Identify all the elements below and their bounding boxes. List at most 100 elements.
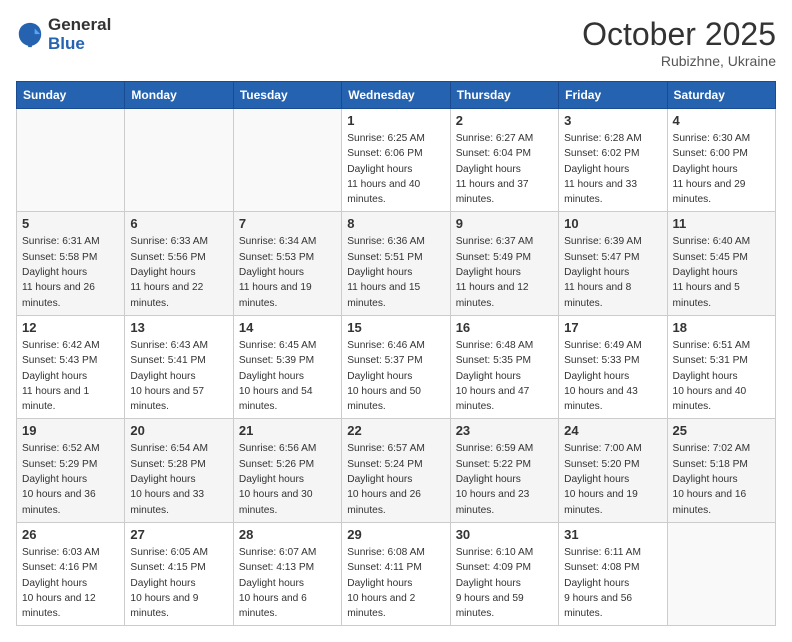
day-info: Sunrise: 6:40 AMSunset: 5:45 PMDaylight … xyxy=(673,234,770,310)
calendar-day-cell: 22 Sunrise: 6:57 AMSunset: 5:24 PMDayligh… xyxy=(342,419,450,522)
calendar-day-cell: 16Sunrise: 6:48 AMSunset: 5:35 PMDayligh… xyxy=(450,315,558,418)
logo: General Blue xyxy=(16,16,111,53)
day-info: Sunrise: 6:30 AMSunset: 6:00 PMDaylight … xyxy=(673,131,770,207)
day-number: 24 xyxy=(564,423,661,438)
day-number: 25 xyxy=(673,423,770,438)
calendar-day-cell: 25 Sunrise: 7:02 AMSunset: 5:18 PMDayligh… xyxy=(667,419,775,522)
page-header: General Blue October 2025 Rubizhne, Ukra… xyxy=(16,16,776,69)
calendar-day-cell: 23Sunrise: 6:59 AMSunset: 5:22 PMDayligh… xyxy=(450,419,558,522)
day-number: 28 xyxy=(239,527,336,542)
calendar-week-row: 5 Sunrise: 6:31 AMSunset: 5:58 PMDaylight… xyxy=(17,212,776,315)
calendar-day-cell: 10 Sunrise: 6:39 AMSunset: 5:47 PMDayligh… xyxy=(559,212,667,315)
weekday-header: Saturday xyxy=(667,82,775,109)
day-info: Sunrise: 6:07 AMSunset: 4:13 PMDaylight … xyxy=(239,545,336,621)
day-number: 17 xyxy=(564,320,661,335)
day-info: Sunrise: 6:36 AMSunset: 5:51 PMDaylight … xyxy=(347,234,444,310)
day-info: Sunrise: 6:25 AMSunset: 6:06 PMDaylight … xyxy=(347,131,444,207)
calendar-day-cell: 20 Sunrise: 6:54 AMSunset: 5:28 PMDayligh… xyxy=(125,419,233,522)
calendar-day-cell: 11Sunrise: 6:40 AMSunset: 5:45 PMDayligh… xyxy=(667,212,775,315)
day-info: Sunrise: 6:48 AMSunset: 5:35 PMDaylight … xyxy=(456,338,553,414)
calendar-day-cell: 30 Sunrise: 6:10 AMSunset: 4:09 PMDayligh… xyxy=(450,522,558,625)
day-number: 26 xyxy=(22,527,119,542)
day-info: Sunrise: 6:39 AMSunset: 5:47 PMDaylight … xyxy=(564,234,661,310)
calendar-day-cell: 13 Sunrise: 6:43 AMSunset: 5:41 PMDayligh… xyxy=(125,315,233,418)
day-number: 21 xyxy=(239,423,336,438)
calendar-day-cell: 31 Sunrise: 6:11 AMSunset: 4:08 PMDayligh… xyxy=(559,522,667,625)
calendar-day-cell xyxy=(667,522,775,625)
day-number: 6 xyxy=(130,216,227,231)
day-number: 12 xyxy=(22,320,119,335)
calendar-day-cell: 4 Sunrise: 6:30 AMSunset: 6:00 PMDaylight… xyxy=(667,109,775,212)
day-info: Sunrise: 6:51 AMSunset: 5:31 PMDaylight … xyxy=(673,338,770,414)
calendar-day-cell: 15 Sunrise: 6:46 AMSunset: 5:37 PMDayligh… xyxy=(342,315,450,418)
day-number: 31 xyxy=(564,527,661,542)
day-number: 27 xyxy=(130,527,227,542)
calendar-day-cell: 12 Sunrise: 6:42 AMSunset: 5:43 PMDayligh… xyxy=(17,315,125,418)
day-info: Sunrise: 6:56 AMSunset: 5:26 PMDaylight … xyxy=(239,441,336,517)
day-number: 30 xyxy=(456,527,553,542)
calendar-day-cell: 18 Sunrise: 6:51 AMSunset: 5:31 PMDayligh… xyxy=(667,315,775,418)
calendar-day-cell: 14 Sunrise: 6:45 AMSunset: 5:39 PMDayligh… xyxy=(233,315,341,418)
calendar-day-cell: 21 Sunrise: 6:56 AMSunset: 5:26 PMDayligh… xyxy=(233,419,341,522)
weekday-header: Thursday xyxy=(450,82,558,109)
day-number: 19 xyxy=(22,423,119,438)
logo-text: General Blue xyxy=(48,16,111,53)
day-info: Sunrise: 6:45 AMSunset: 5:39 PMDaylight … xyxy=(239,338,336,414)
day-number: 3 xyxy=(564,113,661,128)
day-number: 1 xyxy=(347,113,444,128)
calendar-day-cell: 26 Sunrise: 6:03 AMSunset: 4:16 PMDayligh… xyxy=(17,522,125,625)
day-info: Sunrise: 6:10 AMSunset: 4:09 PMDaylight … xyxy=(456,545,553,621)
calendar-day-cell xyxy=(125,109,233,212)
day-info: Sunrise: 6:34 AMSunset: 5:53 PMDaylight … xyxy=(239,234,336,310)
month-title: October 2025 xyxy=(582,16,776,53)
day-number: 20 xyxy=(130,423,227,438)
calendar-day-cell xyxy=(17,109,125,212)
day-number: 4 xyxy=(673,113,770,128)
calendar-day-cell: 17Sunrise: 6:49 AMSunset: 5:33 PMDayligh… xyxy=(559,315,667,418)
day-number: 5 xyxy=(22,216,119,231)
calendar-day-cell: 6Sunrise: 6:33 AMSunset: 5:56 PMDaylight… xyxy=(125,212,233,315)
day-info: Sunrise: 7:00 AMSunset: 5:20 PMDaylight … xyxy=(564,441,661,517)
calendar-day-cell: 5 Sunrise: 6:31 AMSunset: 5:58 PMDaylight… xyxy=(17,212,125,315)
calendar-day-cell: 19 Sunrise: 6:52 AMSunset: 5:29 PMDayligh… xyxy=(17,419,125,522)
day-info: Sunrise: 6:11 AMSunset: 4:08 PMDaylight … xyxy=(564,545,661,621)
weekday-header: Wednesday xyxy=(342,82,450,109)
day-info: Sunrise: 6:42 AMSunset: 5:43 PMDaylight … xyxy=(22,338,119,414)
calendar-day-cell: 28 Sunrise: 6:07 AMSunset: 4:13 PMDayligh… xyxy=(233,522,341,625)
calendar-day-cell: 7Sunrise: 6:34 AMSunset: 5:53 PMDaylight… xyxy=(233,212,341,315)
day-info: Sunrise: 6:46 AMSunset: 5:37 PMDaylight … xyxy=(347,338,444,414)
day-info: Sunrise: 6:03 AMSunset: 4:16 PMDaylight … xyxy=(22,545,119,621)
day-info: Sunrise: 7:02 AMSunset: 5:18 PMDaylight … xyxy=(673,441,770,517)
weekday-header: Friday xyxy=(559,82,667,109)
calendar-day-cell: 24 Sunrise: 7:00 AMSunset: 5:20 PMDayligh… xyxy=(559,419,667,522)
day-number: 15 xyxy=(347,320,444,335)
calendar-week-row: 1 Sunrise: 6:25 AMSunset: 6:06 PMDaylight… xyxy=(17,109,776,212)
calendar-day-cell: 29 Sunrise: 6:08 AMSunset: 4:11 PMDayligh… xyxy=(342,522,450,625)
day-number: 10 xyxy=(564,216,661,231)
day-info: Sunrise: 6:43 AMSunset: 5:41 PMDaylight … xyxy=(130,338,227,414)
calendar-week-row: 19 Sunrise: 6:52 AMSunset: 5:29 PMDayligh… xyxy=(17,419,776,522)
calendar-day-cell: 8Sunrise: 6:36 AMSunset: 5:51 PMDaylight… xyxy=(342,212,450,315)
day-info: Sunrise: 6:57 AMSunset: 5:24 PMDaylight … xyxy=(347,441,444,517)
location-subtitle: Rubizhne, Ukraine xyxy=(582,53,776,69)
calendar-header-row: SundayMondayTuesdayWednesdayThursdayFrid… xyxy=(17,82,776,109)
day-number: 29 xyxy=(347,527,444,542)
calendar-day-cell: 2 Sunrise: 6:27 AMSunset: 6:04 PMDaylight… xyxy=(450,109,558,212)
day-number: 2 xyxy=(456,113,553,128)
calendar-week-row: 12 Sunrise: 6:42 AMSunset: 5:43 PMDayligh… xyxy=(17,315,776,418)
day-info: Sunrise: 6:31 AMSunset: 5:58 PMDaylight … xyxy=(22,234,119,310)
calendar-day-cell: 9Sunrise: 6:37 AMSunset: 5:49 PMDaylight… xyxy=(450,212,558,315)
day-number: 23 xyxy=(456,423,553,438)
day-number: 14 xyxy=(239,320,336,335)
day-info: Sunrise: 6:27 AMSunset: 6:04 PMDaylight … xyxy=(456,131,553,207)
day-number: 22 xyxy=(347,423,444,438)
day-info: Sunrise: 6:08 AMSunset: 4:11 PMDaylight … xyxy=(347,545,444,621)
weekday-header: Monday xyxy=(125,82,233,109)
day-info: Sunrise: 6:37 AMSunset: 5:49 PMDaylight … xyxy=(456,234,553,310)
weekday-header: Sunday xyxy=(17,82,125,109)
day-info: Sunrise: 6:28 AMSunset: 6:02 PMDaylight … xyxy=(564,131,661,207)
day-number: 13 xyxy=(130,320,227,335)
day-info: Sunrise: 6:52 AMSunset: 5:29 PMDaylight … xyxy=(22,441,119,517)
day-number: 18 xyxy=(673,320,770,335)
day-info: Sunrise: 6:54 AMSunset: 5:28 PMDaylight … xyxy=(130,441,227,517)
